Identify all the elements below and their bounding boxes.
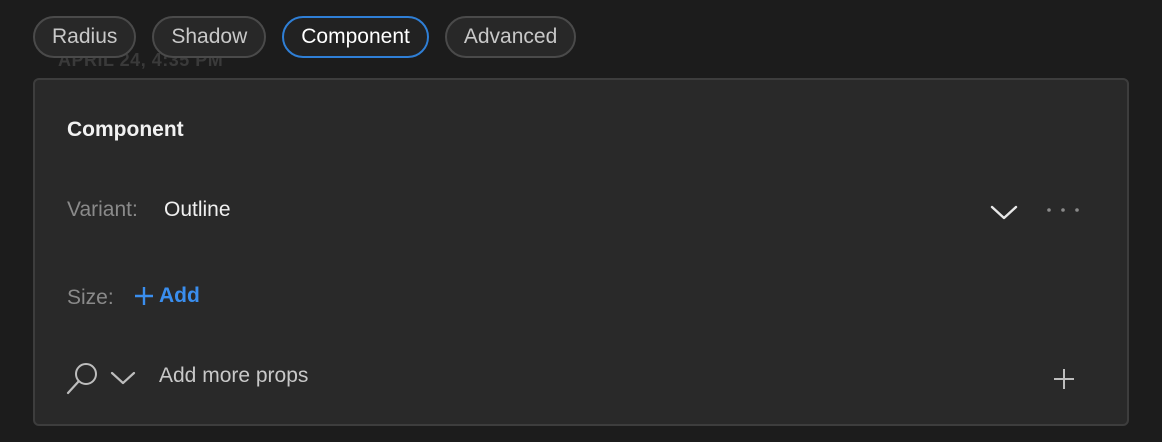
tab-shadow[interactable]: Shadow bbox=[152, 16, 267, 58]
chevron-down-icon[interactable] bbox=[109, 364, 137, 392]
tab-advanced[interactable]: Advanced bbox=[444, 16, 577, 58]
variant-label: Variant: bbox=[67, 198, 138, 221]
add-props-input[interactable]: Add more props bbox=[159, 364, 308, 388]
add-props-row: Add more props bbox=[65, 360, 1085, 400]
component-panel: Component Variant: Outline Size: Add Add… bbox=[33, 78, 1129, 426]
variant-select[interactable]: Outline bbox=[164, 198, 231, 222]
tab-bar: Radius Shadow Component Advanced bbox=[33, 16, 577, 58]
plus-icon bbox=[133, 285, 155, 307]
size-label: Size: bbox=[67, 286, 114, 309]
tab-component[interactable]: Component bbox=[282, 16, 429, 58]
search-icon[interactable] bbox=[65, 360, 101, 398]
panel-title: Component bbox=[67, 118, 184, 141]
plus-icon[interactable] bbox=[1051, 366, 1077, 392]
more-icon[interactable] bbox=[1043, 198, 1083, 228]
add-size-button[interactable]: Add bbox=[133, 284, 200, 308]
chevron-down-icon[interactable] bbox=[988, 198, 1020, 228]
variant-row: Variant: Outline bbox=[67, 198, 1087, 228]
tab-radius[interactable]: Radius bbox=[33, 16, 137, 58]
add-size-label: Add bbox=[159, 284, 200, 307]
size-row: Size: Add bbox=[67, 284, 467, 316]
